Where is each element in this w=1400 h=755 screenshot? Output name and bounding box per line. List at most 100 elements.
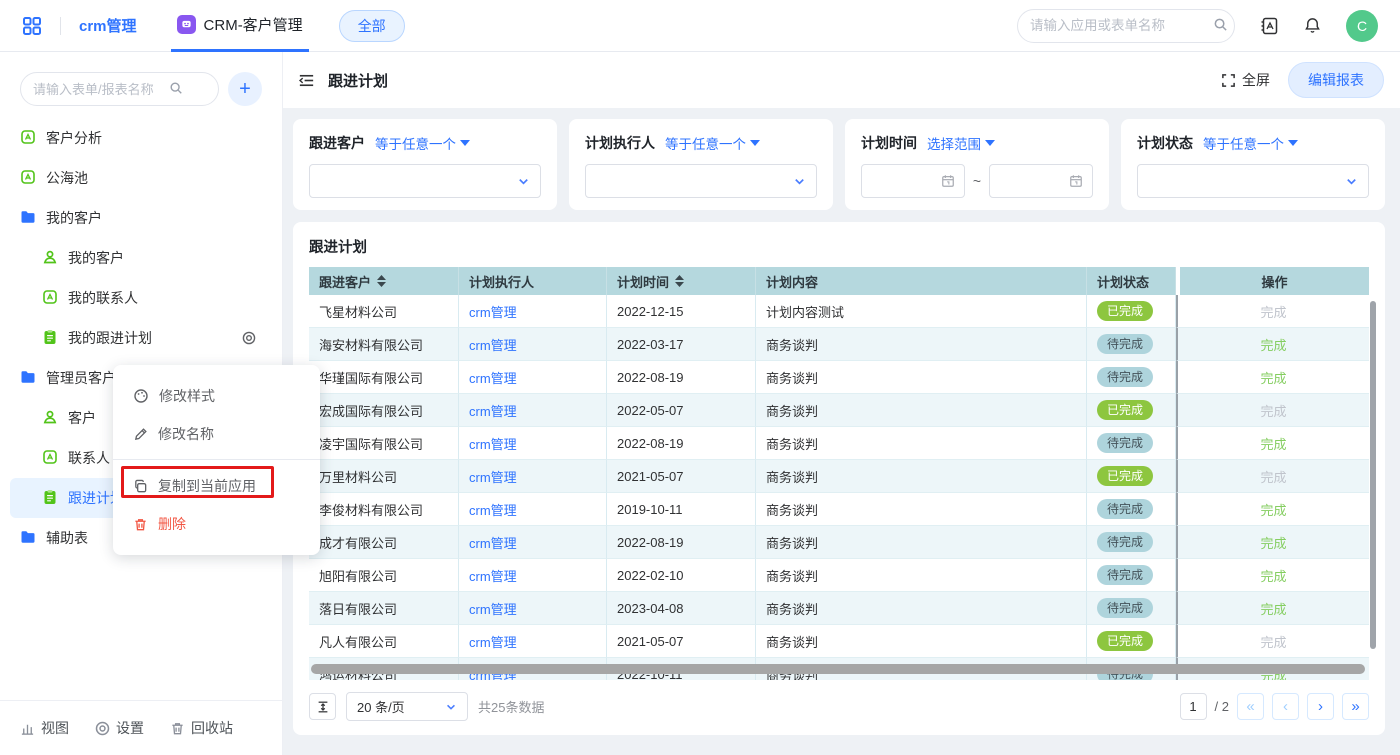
cell-plan-executor-link[interactable]: crm管理 [459,559,607,592]
address-book-icon[interactable] [1259,16,1279,36]
fullscreen-button[interactable]: 全屏 [1221,70,1270,90]
complete-action-link[interactable]: 完成 [1260,467,1286,486]
search-icon [1213,17,1228,35]
cell-plan-executor-link[interactable]: crm管理 [459,592,607,625]
vertical-scrollbar-thumb[interactable] [1370,301,1376,649]
settings-button[interactable]: 设置 [95,718,144,738]
report-icon [20,169,36,188]
complete-action-link[interactable]: 完成 [1260,533,1286,552]
cell-plan-executor-link[interactable]: crm管理 [459,394,607,427]
current-page-input[interactable]: 1 [1180,693,1207,720]
complete-action-link[interactable]: 完成 [1260,434,1286,453]
views-button[interactable]: 视图 [20,718,69,738]
table-row[interactable]: 华瑾国际有限公司 crm管理 2022-08-19 商务谈判 待完成 完成 [309,361,1369,394]
sidebar-item-my-contacts[interactable]: 我的联系人 [10,278,272,318]
sort-icon[interactable] [377,275,386,287]
table-body: 飞星材料公司 crm管理 2022-12-15 计划内容测试 已完成 完成 海安… [309,295,1369,680]
cell-plan-executor-link[interactable]: crm管理 [459,460,607,493]
plan-executor-select[interactable] [585,164,817,198]
complete-action-link[interactable]: 完成 [1260,632,1286,651]
complete-action-link[interactable]: 完成 [1260,401,1286,420]
cell-plan-time: 2022-08-19 [607,361,756,394]
first-page-button[interactable]: « [1237,693,1264,720]
horizontal-scrollbar[interactable] [311,664,1365,674]
collapse-sidebar-icon[interactable] [297,71,316,90]
cell-plan-executor-link[interactable]: crm管理 [459,493,607,526]
operator-dropdown[interactable]: 等于任意一个 [375,133,470,153]
sidebar-search-input[interactable] [33,82,163,97]
app-name[interactable]: crm管理 [79,15,137,36]
complete-action-link[interactable]: 完成 [1260,566,1286,585]
operator-dropdown[interactable]: 等于任意一个 [1203,133,1298,153]
sidebar-search[interactable] [20,72,219,106]
table-row[interactable]: 宏成国际有限公司 crm管理 2022-05-07 商务谈判 已完成 完成 [309,394,1369,427]
edit-report-button[interactable]: 编辑报表 [1288,62,1384,98]
plan-status-select[interactable] [1137,164,1369,198]
menu-item-modify-style[interactable]: 修改样式 [113,377,320,415]
sidebar-item-public-pool[interactable]: 公海池 [10,158,272,198]
table-row[interactable]: 旭阳有限公司 crm管理 2022-02-10 商务谈判 待完成 完成 [309,559,1369,592]
table-header-row: 跟进客户 计划执行人 计划时间 计划内容 计划状态 操作 [309,267,1369,295]
table-row[interactable]: 李俊材料有限公司 crm管理 2019-10-11 商务谈判 待完成 完成 [309,493,1369,526]
cell-plan-executor-link[interactable]: crm管理 [459,361,607,394]
table-row[interactable]: 海安材料有限公司 crm管理 2022-03-17 商务谈判 待完成 完成 [309,328,1369,361]
last-page-button[interactable]: » [1342,693,1369,720]
cell-plan-time: 2022-02-10 [607,559,756,592]
cell-plan-executor-link[interactable]: crm管理 [459,625,607,658]
col-header-plan-content[interactable]: 计划内容 [756,267,1087,295]
date-start-input[interactable] [861,164,965,198]
filter-plan-executor: 计划执行人 等于任意一个 [569,119,833,210]
item-settings-icon[interactable] [242,331,256,345]
sidebar-item-my-follow-plan[interactable]: 我的跟进计划 [10,318,272,358]
user-avatar[interactable]: C [1346,10,1378,42]
prev-page-button[interactable]: ‹ [1272,693,1299,720]
menu-item-rename[interactable]: 修改名称 [113,415,320,453]
complete-action-link[interactable]: 完成 [1260,500,1286,519]
table-row[interactable]: 飞星材料公司 crm管理 2022-12-15 计划内容测试 已完成 完成 [309,295,1369,328]
sidebar-item-my-customers[interactable]: 我的客户 [10,238,272,278]
cell-plan-executor-link[interactable]: crm管理 [459,427,607,460]
col-header-plan-executor[interactable]: 计划执行人 [459,267,607,295]
next-page-button[interactable]: › [1307,693,1334,720]
complete-action-link[interactable]: 完成 [1260,302,1286,321]
sidebar-item-customer-analysis[interactable]: 客户分析 [10,118,272,158]
tab-crm-customer[interactable]: CRM-客户管理 [171,0,309,52]
cell-plan-executor-link[interactable]: crm管理 [459,328,607,361]
follow-customer-select[interactable] [309,164,541,198]
cell-plan-time: 2022-12-15 [607,295,756,328]
cell-plan-content: 商务谈判 [756,328,1087,361]
table-row[interactable]: 万里材料公司 crm管理 2021-05-07 商务谈判 已完成 完成 [309,460,1369,493]
table-row[interactable]: 凡人有限公司 crm管理 2021-05-07 商务谈判 已完成 完成 [309,625,1369,658]
fit-height-button[interactable] [309,693,336,720]
col-header-plan-time[interactable]: 计划时间 [607,267,756,295]
menu-item-copy-to-app[interactable]: 复制到当前应用 [113,467,320,505]
cell-plan-executor-link[interactable]: crm管理 [459,295,607,328]
cell-plan-executor-link[interactable]: crm管理 [459,526,607,559]
table-row[interactable]: 成才有限公司 crm管理 2022-08-19 商务谈判 待完成 完成 [309,526,1369,559]
sort-icon[interactable] [675,275,684,287]
col-header-plan-status[interactable]: 计划状态 [1087,267,1176,295]
follow-plan-table: 跟进客户 计划执行人 计划时间 计划内容 计划状态 操作 飞星材料公司 crm管… [309,267,1369,680]
add-form-button[interactable]: + [228,72,262,106]
table-row[interactable]: 凌宇国际有限公司 crm管理 2022-08-19 商务谈判 待完成 完成 [309,427,1369,460]
report-icon [20,129,36,148]
date-end-input[interactable] [989,164,1093,198]
complete-action-link[interactable]: 完成 [1260,599,1286,618]
operator-dropdown[interactable]: 选择范围 [927,133,995,153]
page-size-select[interactable]: 20 条/页 [346,692,468,721]
col-header-follow-customer[interactable]: 跟进客户 [309,267,459,295]
notification-bell-icon[interactable] [1303,16,1322,35]
global-search-input[interactable] [1030,18,1207,33]
sidebar-folder-my-customers[interactable]: 我的客户 [10,198,272,238]
operator-dropdown[interactable]: 等于任意一个 [665,133,760,153]
complete-action-link[interactable]: 完成 [1260,335,1286,354]
menu-item-delete[interactable]: 删除 [113,505,320,543]
recycle-bin-button[interactable]: 回收站 [170,718,233,738]
scope-badge[interactable]: 全部 [339,10,405,42]
global-search[interactable] [1017,9,1235,43]
table-row[interactable]: 落日有限公司 crm管理 2023-04-08 商务谈判 待完成 完成 [309,592,1369,625]
sidebar-footer: 视图 设置 回收站 [0,700,282,755]
app-switcher-icon[interactable] [22,16,42,36]
cell-plan-content: 商务谈判 [756,526,1087,559]
complete-action-link[interactable]: 完成 [1260,368,1286,387]
